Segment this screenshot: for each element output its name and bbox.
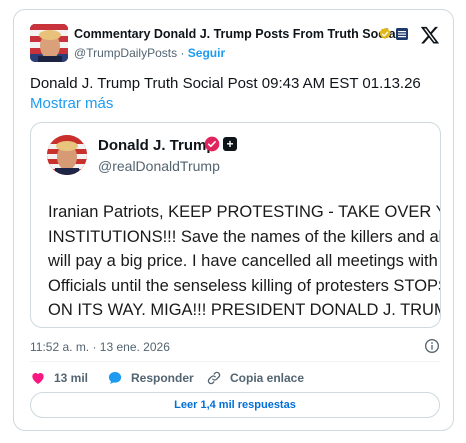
embed-line: Iranian Patriots, KEEP PROTESTING - TAKE… bbox=[48, 203, 441, 221]
follow-button[interactable]: Seguir bbox=[188, 46, 225, 60]
flag-badge-icon bbox=[396, 28, 408, 40]
copy-link-button[interactable]: Copia enlace bbox=[206, 368, 304, 388]
read-replies-button[interactable]: Leer 1,4 mil respuestas bbox=[30, 392, 440, 418]
separator-dot: · bbox=[180, 46, 185, 60]
account-avatar[interactable] bbox=[30, 24, 68, 62]
tweet-text: Donald J. Trump Truth Social Post 09:43 … bbox=[30, 74, 440, 114]
tweet-card: Commentary Donald J. Trump Posts From Tr… bbox=[13, 9, 454, 431]
embed-name: Donald J. Trump bbox=[98, 137, 216, 154]
show-more-link[interactable]: Mostrar más bbox=[30, 95, 113, 112]
plus-badge-icon: + bbox=[223, 137, 237, 151]
embed-post-text: Iranian Patriots, KEEP PROTESTING - TAKE… bbox=[48, 200, 441, 323]
embed-line: will pay a big price. I have cancelled a… bbox=[48, 252, 440, 270]
divider bbox=[30, 361, 440, 362]
verified-badge-icon bbox=[204, 136, 220, 152]
reply-label: Responder bbox=[131, 371, 194, 385]
account-handle[interactable]: @TrumpDailyPosts bbox=[74, 46, 177, 60]
account-name[interactable]: Commentary Donald J. Trump Posts From Tr… bbox=[74, 27, 399, 41]
tweet-body: Donald J. Trump Truth Social Post 09:43 … bbox=[30, 75, 421, 92]
post-timestamp[interactable]: 11:52 a. m. · 13 ene. 2026 bbox=[30, 340, 170, 354]
heart-icon bbox=[32, 373, 44, 384]
embed-handle: @realDonaldTrump bbox=[98, 158, 220, 174]
info-icon[interactable] bbox=[424, 338, 440, 354]
like-button[interactable]: 13 mil bbox=[30, 368, 88, 388]
reply-button[interactable]: Responder bbox=[107, 368, 194, 388]
handle-line: @TrumpDailyPosts · Seguir bbox=[74, 46, 225, 60]
embed-avatar bbox=[47, 135, 87, 175]
embed-line: Officials until the senseless killing of… bbox=[48, 276, 440, 295]
embed-line: ON ITS WAY. MIGA!!! PRESIDENT DONALD J. … bbox=[48, 301, 441, 319]
embedded-image[interactable]: Donald J. Trump + @realDonaldTrump Irani… bbox=[30, 122, 441, 328]
copy-link-label: Copia enlace bbox=[230, 371, 305, 385]
likes-count: 13 mil bbox=[54, 371, 89, 385]
embed-line: INSTITUTIONS!!! Save the names of the ki… bbox=[48, 227, 440, 246]
link-icon bbox=[207, 371, 221, 385]
verified-gold-icon bbox=[379, 27, 391, 39]
reply-bubble-icon bbox=[108, 372, 122, 384]
x-logo-icon[interactable] bbox=[420, 25, 440, 45]
